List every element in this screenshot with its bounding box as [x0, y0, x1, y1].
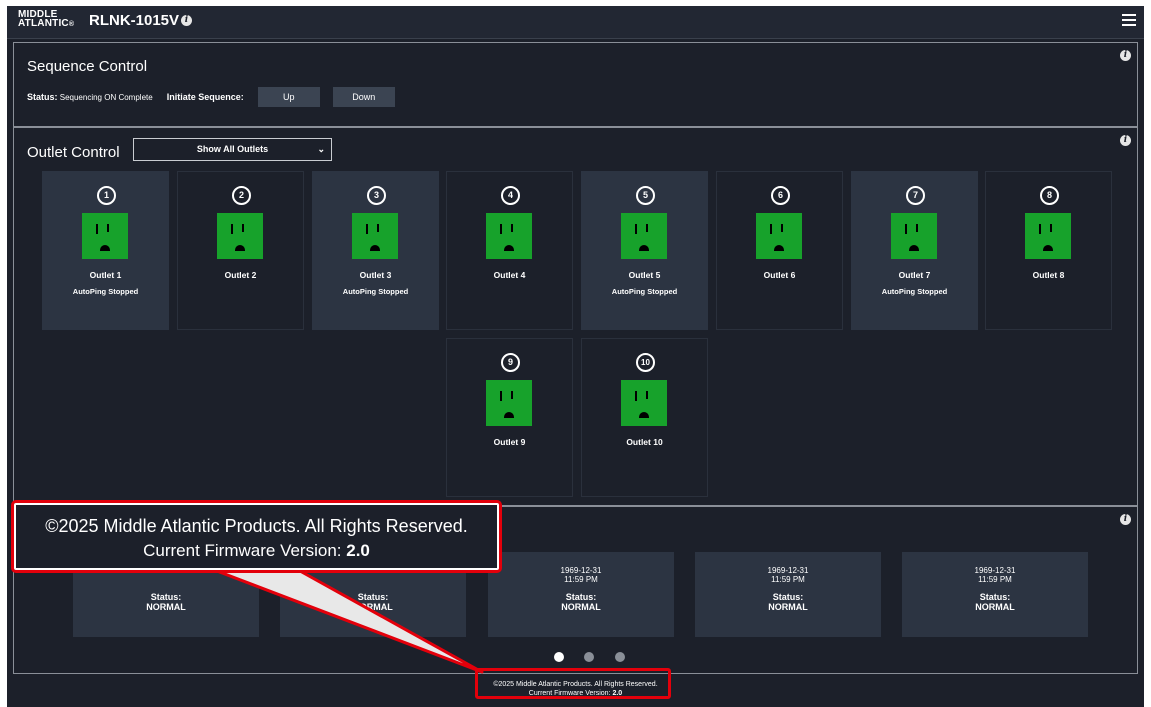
- zoom-callout: ©2025 Middle Atlantic Products. All Righ…: [11, 500, 502, 573]
- callout-pointer: [215, 569, 484, 674]
- callout-copyright: ©2025 Middle Atlantic Products. All Righ…: [45, 516, 468, 536]
- callout-firmware: Current Firmware Version: 2.0: [143, 541, 370, 560]
